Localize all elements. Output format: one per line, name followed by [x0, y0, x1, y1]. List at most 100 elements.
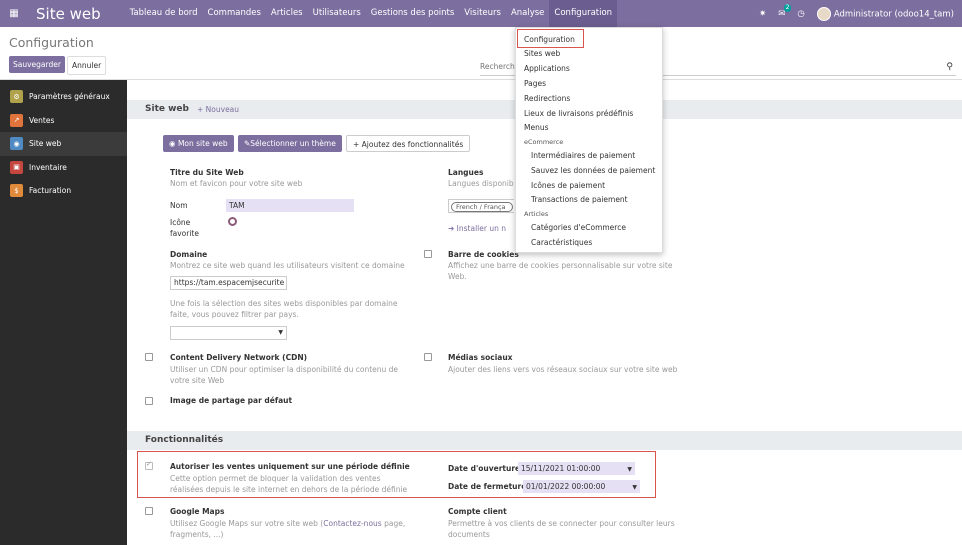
sidebar-item-website[interactable]: ◉ Site web [0, 132, 127, 156]
favicon-image[interactable] [228, 217, 237, 226]
sidebar-item-label: Paramètres généraux [29, 92, 110, 102]
social-media-label: Médias sociaux [448, 353, 513, 362]
globe-icon: ◉ [169, 139, 176, 148]
menu-orders[interactable]: Commandes [203, 0, 266, 27]
dropdown-item-pages[interactable]: Pages [524, 79, 546, 88]
dropdown-header-articles: Articles [524, 210, 549, 218]
user-name: Administrator (odoo14_tam) [833, 9, 954, 19]
cdn-help-2: votre site Web [170, 376, 225, 385]
menu-points[interactable]: Gestions des points [366, 0, 460, 27]
section-title: Fonctionnalités [145, 435, 224, 445]
menu-dashboard[interactable]: Tableau de bord [125, 0, 203, 27]
bug-icon[interactable]: ✷ [759, 9, 766, 19]
dropdown-item-delivery-places[interactable]: Lieux de livraisons prédéfinis [524, 109, 633, 118]
user-menu[interactable]: Administrator (odoo14_tam) [816, 6, 954, 21]
sale-period-help-2: réalisées depuis le site internet en deh… [170, 485, 408, 494]
google-maps-checkbox[interactable] [145, 507, 153, 515]
add-features-button[interactable]: + Ajoutez des fonctionnalités [346, 135, 471, 152]
button-label: Sélectionner un thème [250, 139, 336, 148]
customer-account-help: Permettre à vos clients de se connecter … [448, 519, 675, 528]
dropdown-item-payment-icons[interactable]: Icônes de paiement [531, 181, 605, 190]
dropdown-header-ecommerce: eCommerce [524, 138, 564, 146]
dropdown-item-ecommerce-categories[interactable]: Catégories d'eCommerce [531, 223, 626, 232]
menu-reporting[interactable]: Analyse [506, 0, 549, 27]
new-website-link[interactable]: + Nouveau [197, 105, 239, 114]
dropdown-item-attributes[interactable]: Caractéristiques [531, 238, 592, 247]
country-group-select[interactable]: ▼ [170, 326, 287, 340]
sidebar-item-general[interactable]: ⚙ Paramètres généraux [0, 85, 127, 109]
open-date-label: Date d'ouverture [448, 464, 521, 473]
cdn-checkbox[interactable] [145, 353, 153, 361]
install-language-link[interactable]: ➜ Installer un n [448, 224, 506, 233]
open-date-input[interactable]: 15/11/2021 01:00:00 ▼ [518, 462, 635, 475]
breadcrumb: Configuration [9, 35, 94, 50]
dropdown-item-redirects[interactable]: Redirections [524, 94, 570, 103]
dropdown-item-configuration[interactable]: Configuration [524, 35, 575, 44]
app-title[interactable]: Site web [36, 5, 101, 23]
chat-badge: 2 [783, 3, 792, 12]
dropdown-item-menus[interactable]: Menus [524, 123, 549, 132]
clock-icon[interactable]: ◷ [797, 9, 804, 19]
menu-products[interactable]: Articles [266, 0, 308, 27]
share-image-checkbox[interactable] [145, 397, 153, 405]
cookies-bar-help: Affichez une barre de cookies personnali… [448, 261, 673, 270]
sidebar-item-sales[interactable]: ↗ Ventes [0, 109, 127, 133]
languages-label: Langues [448, 168, 484, 177]
discard-button[interactable]: Annuler [67, 56, 107, 75]
configuration-dropdown: Configuration Sites web Applications Pag… [515, 27, 663, 253]
menu-users[interactable]: Utilisateurs [308, 0, 366, 27]
sidebar-item-invoicing[interactable]: $ Facturation [0, 179, 127, 203]
apps-menu-icon[interactable]: ▦ [0, 8, 28, 19]
my-website-button[interactable]: ◉ Mon site web [163, 135, 234, 152]
sale-period-help: Cette option permet de bloquer la valida… [170, 474, 381, 483]
menu-configuration[interactable]: Configuration [549, 0, 618, 27]
domain-input[interactable]: https://tam.espacemjsecurite [170, 276, 287, 290]
sidebar-item-label: Ventes [29, 115, 55, 125]
sidebar-item-label: Site web [29, 139, 62, 149]
sale-period-checkbox[interactable] [145, 460, 153, 470]
select-theme-button[interactable]: ✎Sélectionner un thème [238, 135, 342, 152]
google-maps-help-2: fragments, ...) [170, 530, 224, 539]
website-title-label: Titre du Site Web [170, 168, 244, 177]
chevron-down-icon: ▼ [278, 329, 283, 336]
name-label: Nom [170, 201, 188, 210]
cookies-bar-checkbox[interactable] [424, 250, 432, 258]
new-label: Nouveau [205, 105, 240, 114]
cdn-help: Utiliser un CDN pour optimiser la dispon… [170, 365, 399, 374]
main-menu: Tableau de bord Commandes Articles Utili… [125, 0, 618, 27]
chat-icon[interactable]: ✉ 2 [778, 3, 792, 19]
languages-help: Langues disponib [448, 179, 514, 188]
close-date-input[interactable]: 01/01/2022 00:00:00 ▼ [523, 480, 640, 493]
dropdown-item-websites[interactable]: Sites web [524, 49, 560, 58]
contact-us-link[interactable]: Contactez-nous [323, 519, 381, 528]
button-label: Ajoutez des fonctionnalités [361, 140, 464, 149]
dropdown-item-payment-acquirers[interactable]: Intermédiaires de paiement [531, 151, 635, 160]
dropdown-item-apps[interactable]: Applications [524, 64, 570, 73]
customer-account-help-2: documents [448, 530, 490, 539]
domain-help: Montrez ce site web quand les utilisateu… [170, 261, 405, 270]
google-maps-label: Google Maps [170, 507, 225, 516]
sales-icon: ↗ [10, 113, 23, 127]
sale-period-label: Autoriser les ventes uniquement sur une … [170, 462, 410, 471]
dropdown-item-payment-transactions[interactable]: Transactions de paiement [531, 195, 628, 204]
menu-visitors[interactable]: Visiteurs [459, 0, 506, 27]
search-icon[interactable]: ⚲ [946, 62, 953, 72]
social-media-checkbox[interactable] [424, 353, 432, 361]
website-title-help: Nom et favicon pour votre site web [170, 179, 303, 188]
google-maps-help: Utilisez Google Maps sur votre site web … [170, 518, 405, 529]
customer-account-label: Compte client [448, 507, 507, 516]
settings-icon: ⚙ [10, 90, 23, 104]
help-text: page, [381, 519, 406, 528]
domain-help-3: faite, vous pouvez filtrer par pays. [170, 310, 299, 319]
avatar [816, 6, 831, 21]
save-button[interactable]: Sauvegarder [9, 56, 65, 73]
help-text: Utilisez Google Maps sur votre site web … [170, 519, 324, 528]
website-name-input[interactable]: TAM [226, 199, 354, 212]
sidebar-item-inventory[interactable]: ▣ Inventaire [0, 156, 127, 180]
sidebar-item-label: Inventaire [29, 162, 67, 172]
languages-field[interactable]: French / França [448, 199, 514, 213]
share-image-label: Image de partage par défaut [170, 396, 293, 405]
dropdown-item-payment-tokens[interactable]: Sauvez les données de paiement [531, 166, 655, 175]
cookies-bar-label: Barre de cookies [448, 250, 519, 259]
language-tag[interactable]: French / França [451, 202, 513, 212]
